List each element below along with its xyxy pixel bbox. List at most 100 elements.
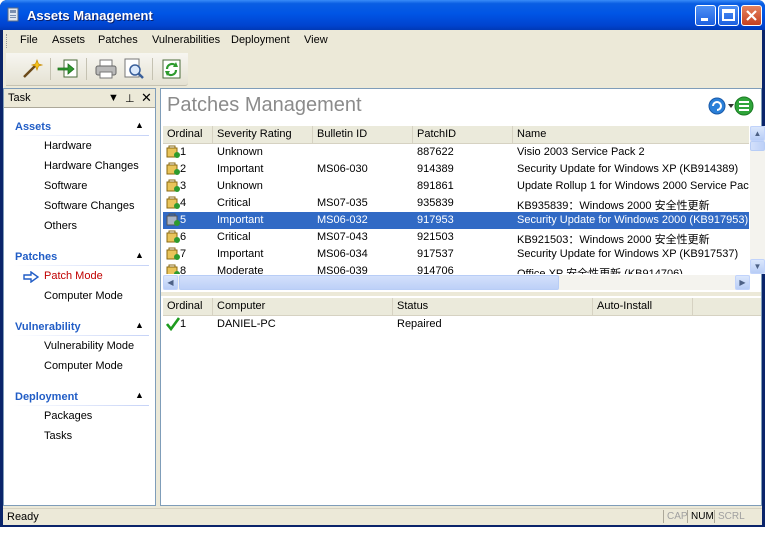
task-item-packages[interactable]: Packages (44, 410, 92, 422)
menu-assets[interactable]: Assets (52, 34, 85, 46)
task-item-computer-mode[interactable]: Computer Mode (44, 290, 123, 302)
group-divider (13, 135, 149, 136)
scroll-right-arrow-icon[interactable]: ▶ (735, 275, 750, 290)
task-item-tasks[interactable]: Tasks (44, 430, 72, 442)
patch-icon (166, 230, 180, 243)
menu-vulnerabilities[interactable]: Vulnerabilities (152, 34, 220, 46)
task-item-hardware-changes[interactable]: Hardware Changes (44, 160, 139, 172)
collapse-icon[interactable]: ▲ (135, 390, 145, 400)
page-title: Patches Management (167, 94, 362, 116)
patches-vertical-scrollbar[interactable]: ▲ ▼ (750, 126, 765, 274)
task-group-patches[interactable]: Patches ▲ (13, 249, 149, 266)
maximize-icon (722, 9, 735, 21)
table-row[interactable]: 6 Critical MS07-043 921503 KB921503：Windows … (163, 229, 749, 246)
task-item-software-changes[interactable]: Software Changes (44, 200, 135, 212)
col-auto-install[interactable]: Auto-Install (593, 298, 693, 315)
task-pane-title: Task (8, 92, 31, 104)
task-item-others[interactable]: Others (44, 220, 77, 232)
dropdown-arrow-icon[interactable]: ▼ (108, 92, 119, 104)
patch-icon (166, 213, 180, 226)
close-button[interactable] (741, 5, 762, 26)
table-row[interactable]: 8 Moderate MS06-039 914706 Office XP 安全性更新 (… (163, 263, 749, 274)
task-group-title: Vulnerability (15, 321, 81, 333)
col-ordinal[interactable]: Ordinal (163, 298, 213, 315)
col-status[interactable]: Status (393, 298, 593, 315)
table-row[interactable]: 3 Unknown 891861 Update Rollup 1 for Window… (163, 178, 749, 195)
menu-bar: File Assets Patches Vulnerabilities Depl… (3, 30, 762, 52)
scroll-thumb[interactable] (750, 141, 765, 151)
status-text: Ready (7, 511, 39, 523)
magic-wand-icon (23, 59, 44, 78)
print-preview-button[interactable] (122, 58, 146, 80)
col-patch-id[interactable]: PatchID (413, 126, 513, 143)
maximize-button[interactable] (718, 5, 739, 26)
header-actions (695, 95, 755, 117)
col-ordinal[interactable]: Ordinal (163, 126, 213, 143)
task-item-patch-mode[interactable]: Patch Mode (44, 270, 103, 282)
cell-status: Repaired (397, 318, 442, 330)
task-group-title: Assets (15, 121, 52, 133)
refresh-icon (162, 59, 181, 79)
window-title: Assets Management (27, 8, 153, 23)
menu-deployment[interactable]: Deployment (231, 34, 290, 46)
patches-horizontal-scrollbar[interactable]: ◀ ▶ (163, 275, 750, 290)
menu-patches[interactable]: Patches (98, 34, 138, 46)
task-item-software[interactable]: Software (44, 180, 87, 192)
task-group-deployment[interactable]: Deployment ▲ (13, 389, 149, 406)
collapse-icon[interactable]: ▲ (135, 120, 145, 130)
patch-icon (166, 264, 180, 274)
close-pane-icon[interactable]: ✕ (141, 90, 152, 106)
group-divider (13, 335, 149, 336)
task-item-hardware[interactable]: Hardware (44, 140, 92, 152)
cell-bulletin-id: MS07-035 (317, 197, 368, 209)
toolbar-separator (50, 58, 51, 80)
cell-patch-id: 917953 (417, 214, 454, 226)
col-computer[interactable]: Computer (213, 298, 393, 315)
table-row[interactable]: 2 Important MS06-030 914389 Security Update … (163, 161, 749, 178)
refresh-button[interactable] (160, 58, 184, 80)
current-selection-arrow-icon (23, 271, 39, 283)
table-row[interactable]: 4 Critical MS07-035 935839 KB935839：Windows … (163, 195, 749, 212)
patch-icon (166, 145, 180, 158)
title-bar[interactable]: Assets Management (0, 0, 765, 30)
import-icon (57, 59, 78, 78)
import-button[interactable] (56, 58, 80, 80)
print-preview-icon (124, 58, 144, 79)
table-row[interactable]: 5 Important MS06-032 917953 Security Update … (163, 212, 749, 229)
task-item-computer-mode[interactable]: Computer Mode (44, 360, 123, 372)
group-divider (13, 265, 149, 266)
task-group-title: Patches (15, 251, 58, 263)
menu-file[interactable]: File (20, 34, 38, 46)
scroll-down-arrow-icon[interactable]: ▼ (750, 259, 765, 274)
scroll-up-arrow-icon[interactable]: ▲ (750, 126, 765, 141)
task-group-assets[interactable]: Assets ▲ (13, 119, 149, 136)
cell-name: Office XP 安全性更新 (KB914706) (517, 268, 683, 274)
cell-ordinal: 1 (180, 318, 187, 330)
menu-view[interactable]: View (304, 34, 328, 46)
col-bulletin-id[interactable]: Bulletin ID (313, 126, 413, 143)
cell-patch-id: 914389 (417, 163, 454, 175)
minimize-button[interactable] (695, 5, 716, 26)
export-icon[interactable] (733, 95, 755, 117)
num-indicator: NUM (687, 510, 717, 523)
task-item-vulnerability-mode[interactable]: Vulnerability Mode (44, 340, 134, 352)
cell-severity: Critical (217, 197, 251, 209)
table-row[interactable]: 1 DANIEL-PC Repaired (163, 316, 761, 333)
col-name[interactable]: Name (513, 126, 749, 143)
col-severity-rating[interactable]: Severity Rating (213, 126, 313, 143)
table-row[interactable]: 1 Unknown 887622 Visio 2003 Service Pack 2 (163, 144, 749, 161)
table-row[interactable]: 7 Important MS06-034 917537 Security Update … (163, 246, 749, 263)
collapse-icon[interactable]: ▲ (135, 320, 145, 330)
scroll-left-arrow-icon[interactable]: ◀ (163, 275, 178, 290)
collapse-icon[interactable]: ▲ (135, 250, 145, 260)
task-group-vulnerability[interactable]: Vulnerability ▲ (13, 319, 149, 336)
scroll-lock-indicator: SCRL (714, 510, 748, 523)
grid-splitter[interactable] (161, 292, 761, 296)
cell-patch-id: 891861 (417, 180, 454, 192)
print-button[interactable] (94, 58, 118, 80)
cell-bulletin-id: MS07-043 (317, 231, 368, 243)
cell-severity: Important (217, 163, 264, 175)
wizard-button[interactable] (20, 58, 44, 80)
scroll-thumb[interactable] (179, 275, 559, 290)
pin-icon[interactable]: ⊥ (125, 92, 135, 105)
